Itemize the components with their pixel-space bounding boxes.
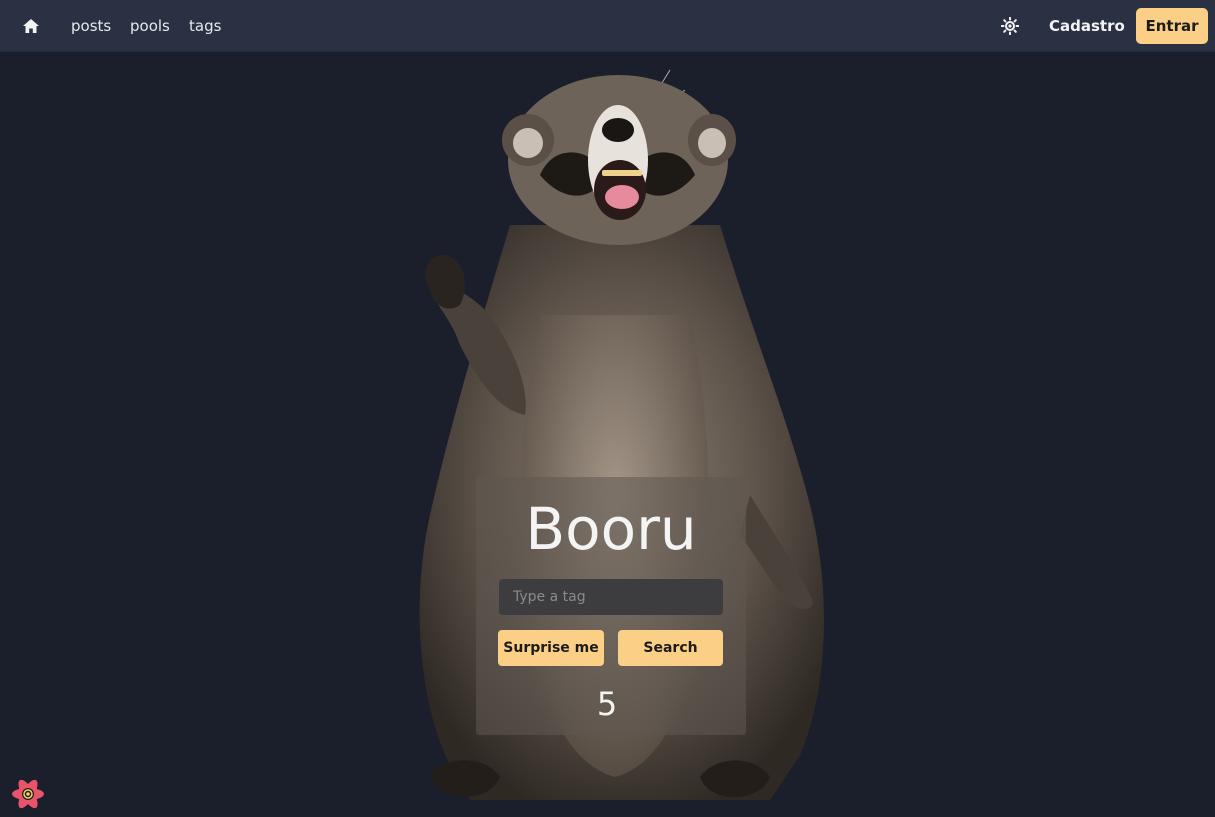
home-button[interactable] <box>18 13 44 39</box>
nav-link-posts[interactable]: posts <box>71 17 111 35</box>
search-panel: Booru Surprise me Search 5 <box>476 477 746 735</box>
theme-toggle-button[interactable] <box>998 14 1022 38</box>
react-devtools-button[interactable] <box>11 777 45 811</box>
login-button[interactable]: Entrar <box>1136 8 1208 44</box>
sun-icon <box>1001 17 1019 35</box>
home-icon <box>23 19 39 33</box>
react-devtools-icon <box>12 779 44 809</box>
nav-link-tags[interactable]: tags <box>189 17 221 35</box>
surprise-me-button[interactable]: Surprise me <box>498 630 604 666</box>
site-title: Booru <box>525 495 697 563</box>
tag-search-input[interactable] <box>499 579 723 615</box>
search-button[interactable]: Search <box>618 630 723 666</box>
signup-link[interactable]: Cadastro <box>1049 17 1125 35</box>
post-count: 5 <box>596 685 618 723</box>
nav-link-pools[interactable]: pools <box>130 17 170 35</box>
top-navigation-bar: posts pools tags Cadastro Entrar <box>0 0 1215 51</box>
